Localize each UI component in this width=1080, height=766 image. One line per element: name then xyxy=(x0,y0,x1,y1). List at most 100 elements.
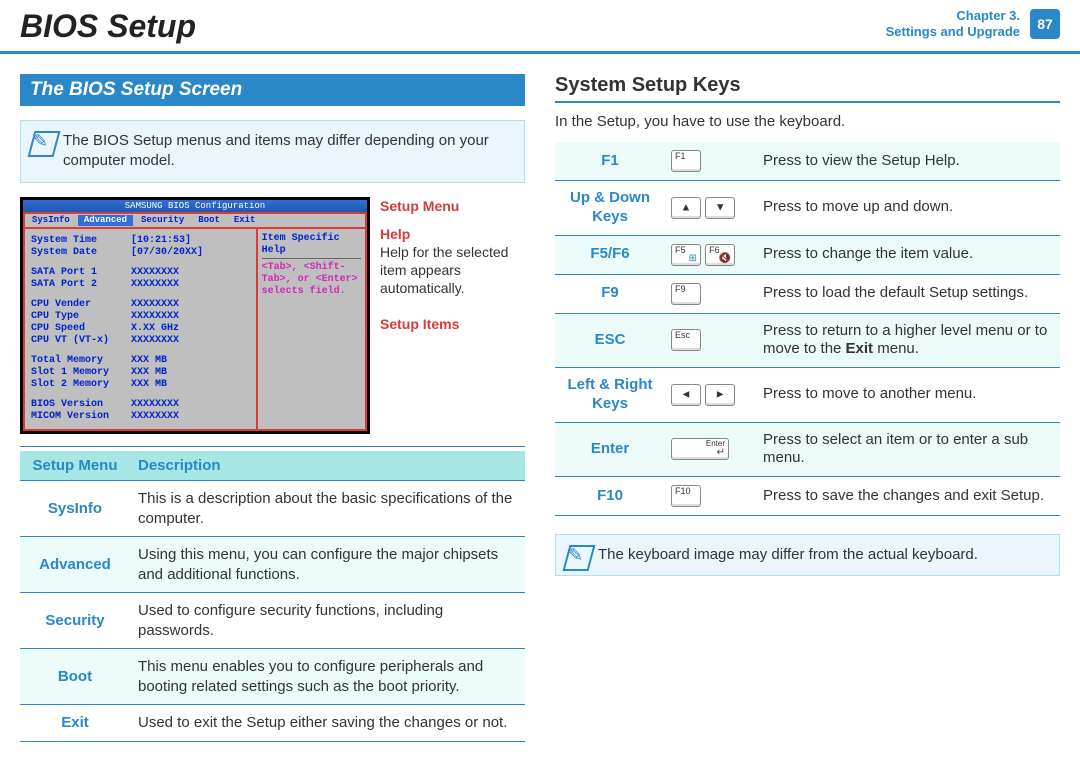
keycap-icon: ▲ xyxy=(671,197,701,219)
key-name: Left & RightKeys xyxy=(555,368,665,423)
bios-help-body: <Tab>, <Shift-Tab>, or <Enter> selects f… xyxy=(262,262,361,298)
key-description: Press to view the Setup Help. xyxy=(757,142,1060,181)
section-title-bar: The BIOS Setup Screen xyxy=(20,74,525,106)
bios-row: SATA Port 2XXXXXXXX xyxy=(31,279,250,291)
key-name: ESC xyxy=(555,313,665,368)
keycap-icon: Enter↵ xyxy=(671,438,729,460)
key-icon-cell: ◄ ► xyxy=(665,368,757,423)
page-header: BIOS Setup Chapter 3. Settings and Upgra… xyxy=(0,0,1080,54)
table-row: F1F1Press to view the Setup Help. xyxy=(555,142,1060,181)
bios-items-panel: System Time[10:21:53]System Date[07/30/2… xyxy=(23,229,258,431)
bios-tab: Advanced xyxy=(78,215,133,226)
table-row: F10 F10 Press to save the changes and exit… xyxy=(555,477,1060,516)
bios-titlebar: SAMSUNG BIOS Configuration xyxy=(23,200,367,213)
info-note: The BIOS Setup menus and items may diffe… xyxy=(20,120,525,183)
keycap-icon: ◄ xyxy=(671,384,701,406)
key-description: Press to select an item or to enter a su… xyxy=(757,422,1060,477)
key-name: F1 xyxy=(555,142,665,181)
callout-help: Help xyxy=(380,226,410,242)
bios-row: CPU VT (VT-x)XXXXXXXX xyxy=(31,335,250,347)
key-icon-cell: Enter↵ xyxy=(665,422,757,477)
bios-tab: Security xyxy=(135,215,190,226)
chapter-label: Chapter 3. Settings and Upgrade xyxy=(886,8,1020,39)
bios-row: Slot 2 MemoryXXX MB xyxy=(31,379,250,391)
menu-description: This is a description about the basic sp… xyxy=(130,481,525,537)
menu-name: Exit xyxy=(20,705,130,742)
key-description: Press to move up and down. xyxy=(757,181,1060,236)
system-setup-keys-heading: System Setup Keys xyxy=(555,74,1060,103)
key-description: Press to save the changes and exit Setup… xyxy=(757,477,1060,516)
keycap-icon: ► xyxy=(705,384,735,406)
table-row: BootThis menu enables you to configure p… xyxy=(20,649,525,705)
page-number-badge: 87 xyxy=(1030,9,1060,39)
keycap-icon: F10 xyxy=(671,485,701,507)
table-row: F5/F6F5⊞ F6🔇Press to change the item val… xyxy=(555,235,1060,274)
setup-menu-table: Setup Menu Description SysInfoThis is a … xyxy=(20,451,525,742)
bios-row: Slot 1 MemoryXXX MB xyxy=(31,367,250,379)
menu-description: Using this menu, you can configure the m… xyxy=(130,537,525,593)
table-row: AdvancedUsing this menu, you can configu… xyxy=(20,537,525,593)
menu-description: Used to exit the Setup either saving the… xyxy=(130,705,525,742)
keycap-icon: F5⊞ xyxy=(671,244,701,266)
key-description: Press to move to another menu. xyxy=(757,368,1060,423)
keycap-icon: ▼ xyxy=(705,197,735,219)
bios-row: CPU SpeedX.XX GHz xyxy=(31,323,250,335)
bios-row: System Time[10:21:53] xyxy=(31,235,250,247)
keycap-icon: F6🔇 xyxy=(705,244,735,266)
callout-setup-menu: Setup Menu xyxy=(380,198,459,214)
menu-name: SysInfo xyxy=(20,481,130,537)
table-row: F9F9Press to load the default Setup sett… xyxy=(555,274,1060,313)
divider xyxy=(20,446,525,447)
callout-help-desc: Help for the selected item appears autom… xyxy=(380,243,525,298)
menu-name: Security xyxy=(20,593,130,649)
menu-name: Boot xyxy=(20,649,130,705)
bios-row: SATA Port 1XXXXXXXX xyxy=(31,267,250,279)
table-row: Enter Enter↵ Press to select an item or to… xyxy=(555,422,1060,477)
chapter-line-1: Chapter 3. xyxy=(886,8,1020,24)
key-name: Up & DownKeys xyxy=(555,181,665,236)
bios-help-panel: Item Specific Help <Tab>, <Shift-Tab>, o… xyxy=(258,229,367,431)
bios-tab: SysInfo xyxy=(26,215,76,226)
bios-row: CPU VenderXXXXXXXX xyxy=(31,299,250,311)
menu-name: Advanced xyxy=(20,537,130,593)
left-column: The BIOS Setup Screen The BIOS Setup men… xyxy=(20,74,525,742)
bios-tab: Exit xyxy=(228,215,262,226)
bios-screenshot-area: SAMSUNG BIOS Configuration SysInfoAdvanc… xyxy=(20,197,525,435)
keycap-icon: F9 xyxy=(671,283,701,305)
menu-description: This menu enables you to configure perip… xyxy=(130,649,525,705)
menu-description: Used to configure security functions, in… xyxy=(130,593,525,649)
page-title: BIOS Setup xyxy=(20,8,196,45)
info-note-text: The BIOS Setup menus and items may diffe… xyxy=(63,132,489,169)
keyboard-note-text: The keyboard image may differ from the a… xyxy=(598,546,978,563)
setup-keys-table: F1F1Press to view the Setup Help.Up & Do… xyxy=(555,142,1060,516)
keycap-icon: Esc xyxy=(671,329,701,351)
right-column: System Setup Keys In the Setup, you have… xyxy=(555,74,1060,742)
key-description: Press to change the item value. xyxy=(757,235,1060,274)
callout-setup-items: Setup Items xyxy=(380,316,459,332)
key-icon-cell: F9 xyxy=(665,274,757,313)
key-name: F5/F6 xyxy=(555,235,665,274)
key-description: Press to return to a higher level menu o… xyxy=(757,313,1060,368)
bios-row: MICOM VersionXXXXXXXX xyxy=(31,411,250,423)
bios-tabs: SysInfoAdvancedSecurityBootExit xyxy=(23,212,367,229)
bios-window: SAMSUNG BIOS Configuration SysInfoAdvanc… xyxy=(20,197,370,435)
key-icon-cell: F10 xyxy=(665,477,757,516)
table-row: Left & RightKeys◄ ►Press to move to anot… xyxy=(555,368,1060,423)
table-row: Up & DownKeys ▲ ▼ Press to move up and dow… xyxy=(555,181,1060,236)
bios-help-header: Item Specific Help xyxy=(262,233,361,259)
key-icon-cell: F1 xyxy=(665,142,757,181)
bios-row: CPU TypeXXXXXXXX xyxy=(31,311,250,323)
bios-row: Total MemoryXXX MB xyxy=(31,355,250,367)
table-row: ExitUsed to exit the Setup either saving… xyxy=(20,705,525,742)
bios-tab: Boot xyxy=(192,215,226,226)
key-name: F10 xyxy=(555,477,665,516)
chapter-line-2: Settings and Upgrade xyxy=(886,24,1020,40)
col-setup-menu: Setup Menu xyxy=(20,451,130,481)
col-description: Description xyxy=(130,451,525,481)
system-setup-keys-intro: In the Setup, you have to use the keyboa… xyxy=(555,113,1060,130)
table-row: SysInfoThis is a description about the b… xyxy=(20,481,525,537)
key-description: Press to load the default Setup settings… xyxy=(757,274,1060,313)
bios-row: System Date[07/30/20XX] xyxy=(31,247,250,259)
key-icon-cell: F5⊞ F6🔇 xyxy=(665,235,757,274)
key-name: Enter xyxy=(555,422,665,477)
